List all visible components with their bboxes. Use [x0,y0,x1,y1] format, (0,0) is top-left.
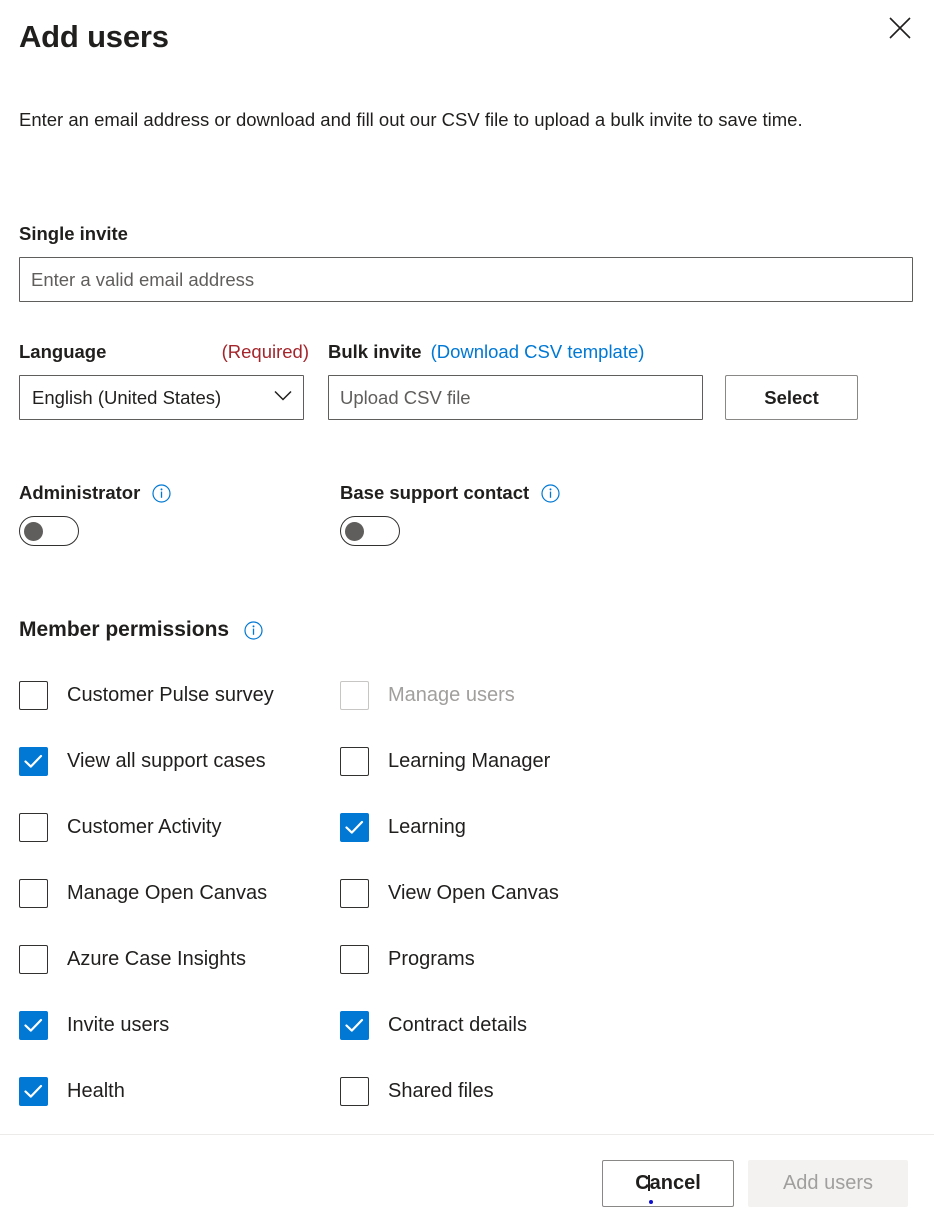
permission-label: Manage users [388,684,515,706]
permission-checkbox-row[interactable]: Azure Case Insights [19,926,319,992]
language-label: Language [19,341,107,362]
base-support-contact-header: Base support contact [340,481,560,505]
download-csv-template-link[interactable]: (Download CSV template) [431,341,645,363]
member-permissions-header: Member permissions [19,618,263,642]
administrator-label: Administrator [19,482,141,503]
permission-label: Programs [388,948,475,970]
footer-divider [0,1134,934,1135]
base-support-contact-toggle-group: Base support contact [340,481,560,546]
member-permissions-title: Member permissions [19,618,230,641]
permission-label: Azure Case Insights [67,948,246,970]
permission-label: Learning [388,816,466,838]
permission-checkbox-row[interactable]: Customer Pulse survey [19,662,319,728]
administrator-toggle-group: Administrator [19,481,171,546]
administrator-toggle[interactable] [19,516,79,546]
email-field[interactable] [19,257,913,302]
checkbox-box [19,878,48,908]
permission-checkbox-row[interactable]: Learning Manager [340,728,660,794]
info-icon[interactable] [152,483,171,503]
add-users-button[interactable]: Add users [748,1160,908,1207]
permission-label: Manage Open Canvas [67,882,268,904]
select-file-button[interactable]: Select [725,375,858,420]
permission-checkbox-row[interactable]: Customer Activity [19,794,319,860]
info-icon[interactable] [541,483,560,503]
permission-checkbox-row[interactable]: Manage Open Canvas [19,860,319,926]
permission-label: Contract details [388,1014,527,1036]
language-label-row: Language (Required) [19,340,309,364]
checkbox-box [340,746,369,776]
close-icon [888,16,912,40]
checkbox-box [340,878,369,908]
checkbox-box [19,746,48,776]
permission-label: Learning Manager [388,750,551,772]
close-button[interactable] [878,8,922,48]
permission-checkbox-row: Manage users [340,662,660,728]
checkbox-box [340,812,369,842]
permission-label: Customer Pulse survey [67,684,274,706]
checkbox-box [340,944,369,974]
permission-checkbox-row[interactable]: Invite users [19,992,319,1058]
bulk-invite-label-row: Bulk invite (Download CSV template) [328,340,644,364]
base-support-contact-toggle[interactable] [340,516,400,546]
permission-label: Customer Activity [67,816,222,838]
toggle-knob [24,521,43,541]
permission-checkbox-row[interactable]: View Open Canvas [340,860,660,926]
toggle-knob [345,521,364,541]
permission-label: Shared files [388,1080,494,1102]
administrator-header: Administrator [19,481,171,505]
single-invite-label: Single invite [19,223,128,244]
checkbox-box [340,1010,369,1040]
permission-label: Invite users [67,1014,170,1036]
chevron-down-icon [274,389,292,407]
info-icon[interactable] [244,620,263,640]
permissions-column-right: Manage users Learning Manager Learning View… [340,662,660,1124]
permission-label: View Open Canvas [388,882,559,904]
permission-label: View all support cases [67,750,266,772]
checkbox-box [340,1076,369,1106]
checkbox-box [19,680,48,710]
cancel-button[interactable]: Cancel [602,1160,734,1207]
permission-checkbox-row[interactable]: Shared files [340,1058,660,1124]
language-required-tag: (Required) [221,341,309,362]
checkbox-box [340,680,369,710]
permission-checkbox-row[interactable]: Programs [340,926,660,992]
checkbox-box [19,944,48,974]
permission-checkbox-row[interactable]: Health [19,1058,319,1124]
bulk-invite-label: Bulk invite [328,341,422,362]
csv-upload-field[interactable] [328,375,703,420]
permissions-column-left: Customer Pulse survey View all support ca… [19,662,319,1124]
checkbox-box [19,1010,48,1040]
permission-checkbox-row[interactable]: Learning [340,794,660,860]
page-title: Add users [19,19,169,54]
checkbox-box [19,812,48,842]
dialog-description: Enter an email address or download and f… [19,109,803,130]
permission-checkbox-row[interactable]: View all support cases [19,728,319,794]
permission-checkbox-row[interactable]: Contract details [340,992,660,1058]
checkbox-box [19,1076,48,1106]
language-select[interactable]: English (United States) [19,375,304,420]
language-selected-value: English (United States) [32,386,222,408]
base-support-contact-label: Base support contact [340,482,530,503]
permission-label: Health [67,1080,125,1102]
